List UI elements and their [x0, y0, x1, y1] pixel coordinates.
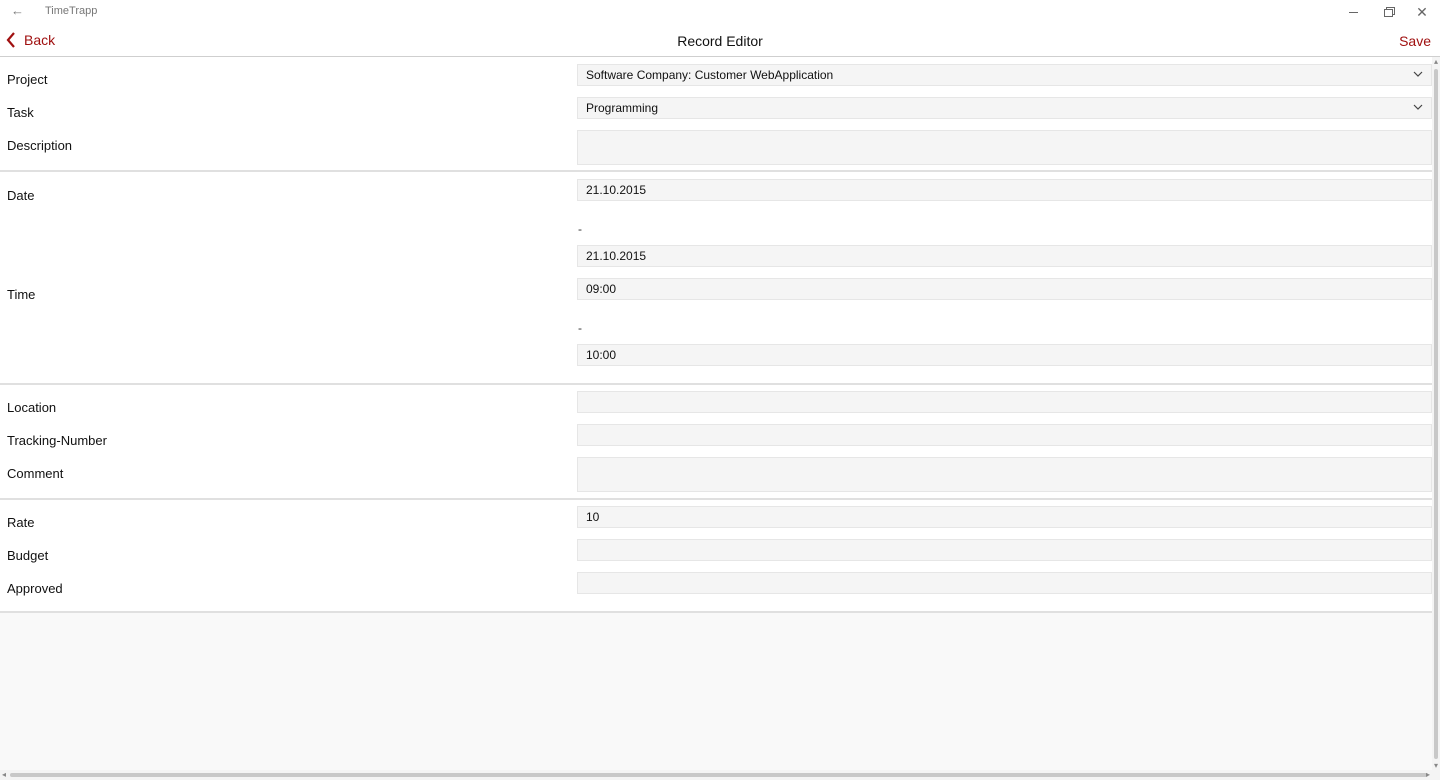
minimize-icon[interactable] [1343, 2, 1363, 22]
description-label: Description [7, 138, 73, 153]
horizontal-scroll-thumb[interactable] [10, 773, 1428, 777]
task-label: Task [7, 105, 34, 120]
project-select[interactable]: Software Company: Customer WebApplicatio… [577, 64, 1432, 86]
scroll-down-icon[interactable]: ▾ [1432, 761, 1440, 770]
location-input[interactable] [577, 391, 1432, 413]
scroll-right-icon[interactable]: ▸ [1426, 770, 1430, 780]
approved-label: Approved [7, 581, 63, 596]
date-separator: - [578, 222, 582, 236]
approved-input[interactable] [577, 572, 1432, 594]
scroll-up-icon[interactable]: ▴ [1432, 57, 1440, 66]
budget-label: Budget [7, 548, 49, 563]
chevron-down-icon [1413, 71, 1423, 77]
end-date-input[interactable]: 21.10.2015 [577, 245, 1432, 267]
budget-input[interactable] [577, 539, 1432, 561]
time-label: Time [7, 287, 36, 302]
date-label: Date [7, 188, 35, 203]
comment-input[interactable] [577, 457, 1432, 492]
page-title: Record Editor [677, 33, 763, 49]
location-label: Location [7, 400, 57, 415]
save-button[interactable]: Save [1399, 33, 1431, 49]
task-value: Programming [586, 101, 659, 115]
horizontal-scrollbar[interactable]: ◂ ▸ [0, 770, 1440, 780]
title-bar: ← TimeTrapp ✕ [0, 0, 1440, 24]
record-form: Project Software Company: Customer WebAp… [0, 57, 1432, 770]
task-select[interactable]: Programming [577, 97, 1432, 119]
tracking-number-input[interactable] [577, 424, 1432, 446]
scroll-left-icon[interactable]: ◂ [2, 770, 6, 780]
time-separator: - [578, 321, 582, 335]
section-billing: Rate 10 Budget Approved [0, 500, 1432, 613]
project-value: Software Company: Customer WebApplicatio… [586, 68, 834, 82]
section-details: Location Tracking-Number Comment [0, 385, 1432, 500]
rate-label: Rate [7, 515, 35, 530]
section-project: Project Software Company: Customer WebAp… [0, 57, 1432, 172]
vertical-scrollbar[interactable]: ▴ ▾ [1432, 57, 1440, 770]
close-icon[interactable]: ✕ [1412, 2, 1432, 22]
tracking-number-label: Tracking-Number [7, 433, 107, 448]
description-input[interactable] [577, 130, 1432, 165]
app-title: TimeTrapp [45, 5, 98, 17]
start-date-input[interactable]: 21.10.2015 [577, 179, 1432, 201]
end-time-input[interactable]: 10:00 [577, 344, 1432, 366]
chevron-down-icon [1413, 104, 1423, 110]
section-date-time: Date 21.10.2015 - 21.10.2015 Time 09:00 … [0, 172, 1432, 385]
command-bar: Back Record Editor Save [0, 24, 1440, 57]
vertical-scroll-thumb[interactable] [1434, 69, 1438, 759]
arrow-left-icon[interactable]: ← [11, 4, 25, 18]
start-time-input[interactable]: 09:00 [577, 278, 1432, 300]
project-label: Project [7, 72, 48, 87]
restore-icon[interactable] [1378, 2, 1398, 22]
rate-input[interactable]: 10 [577, 506, 1432, 528]
comment-label: Comment [7, 466, 64, 481]
